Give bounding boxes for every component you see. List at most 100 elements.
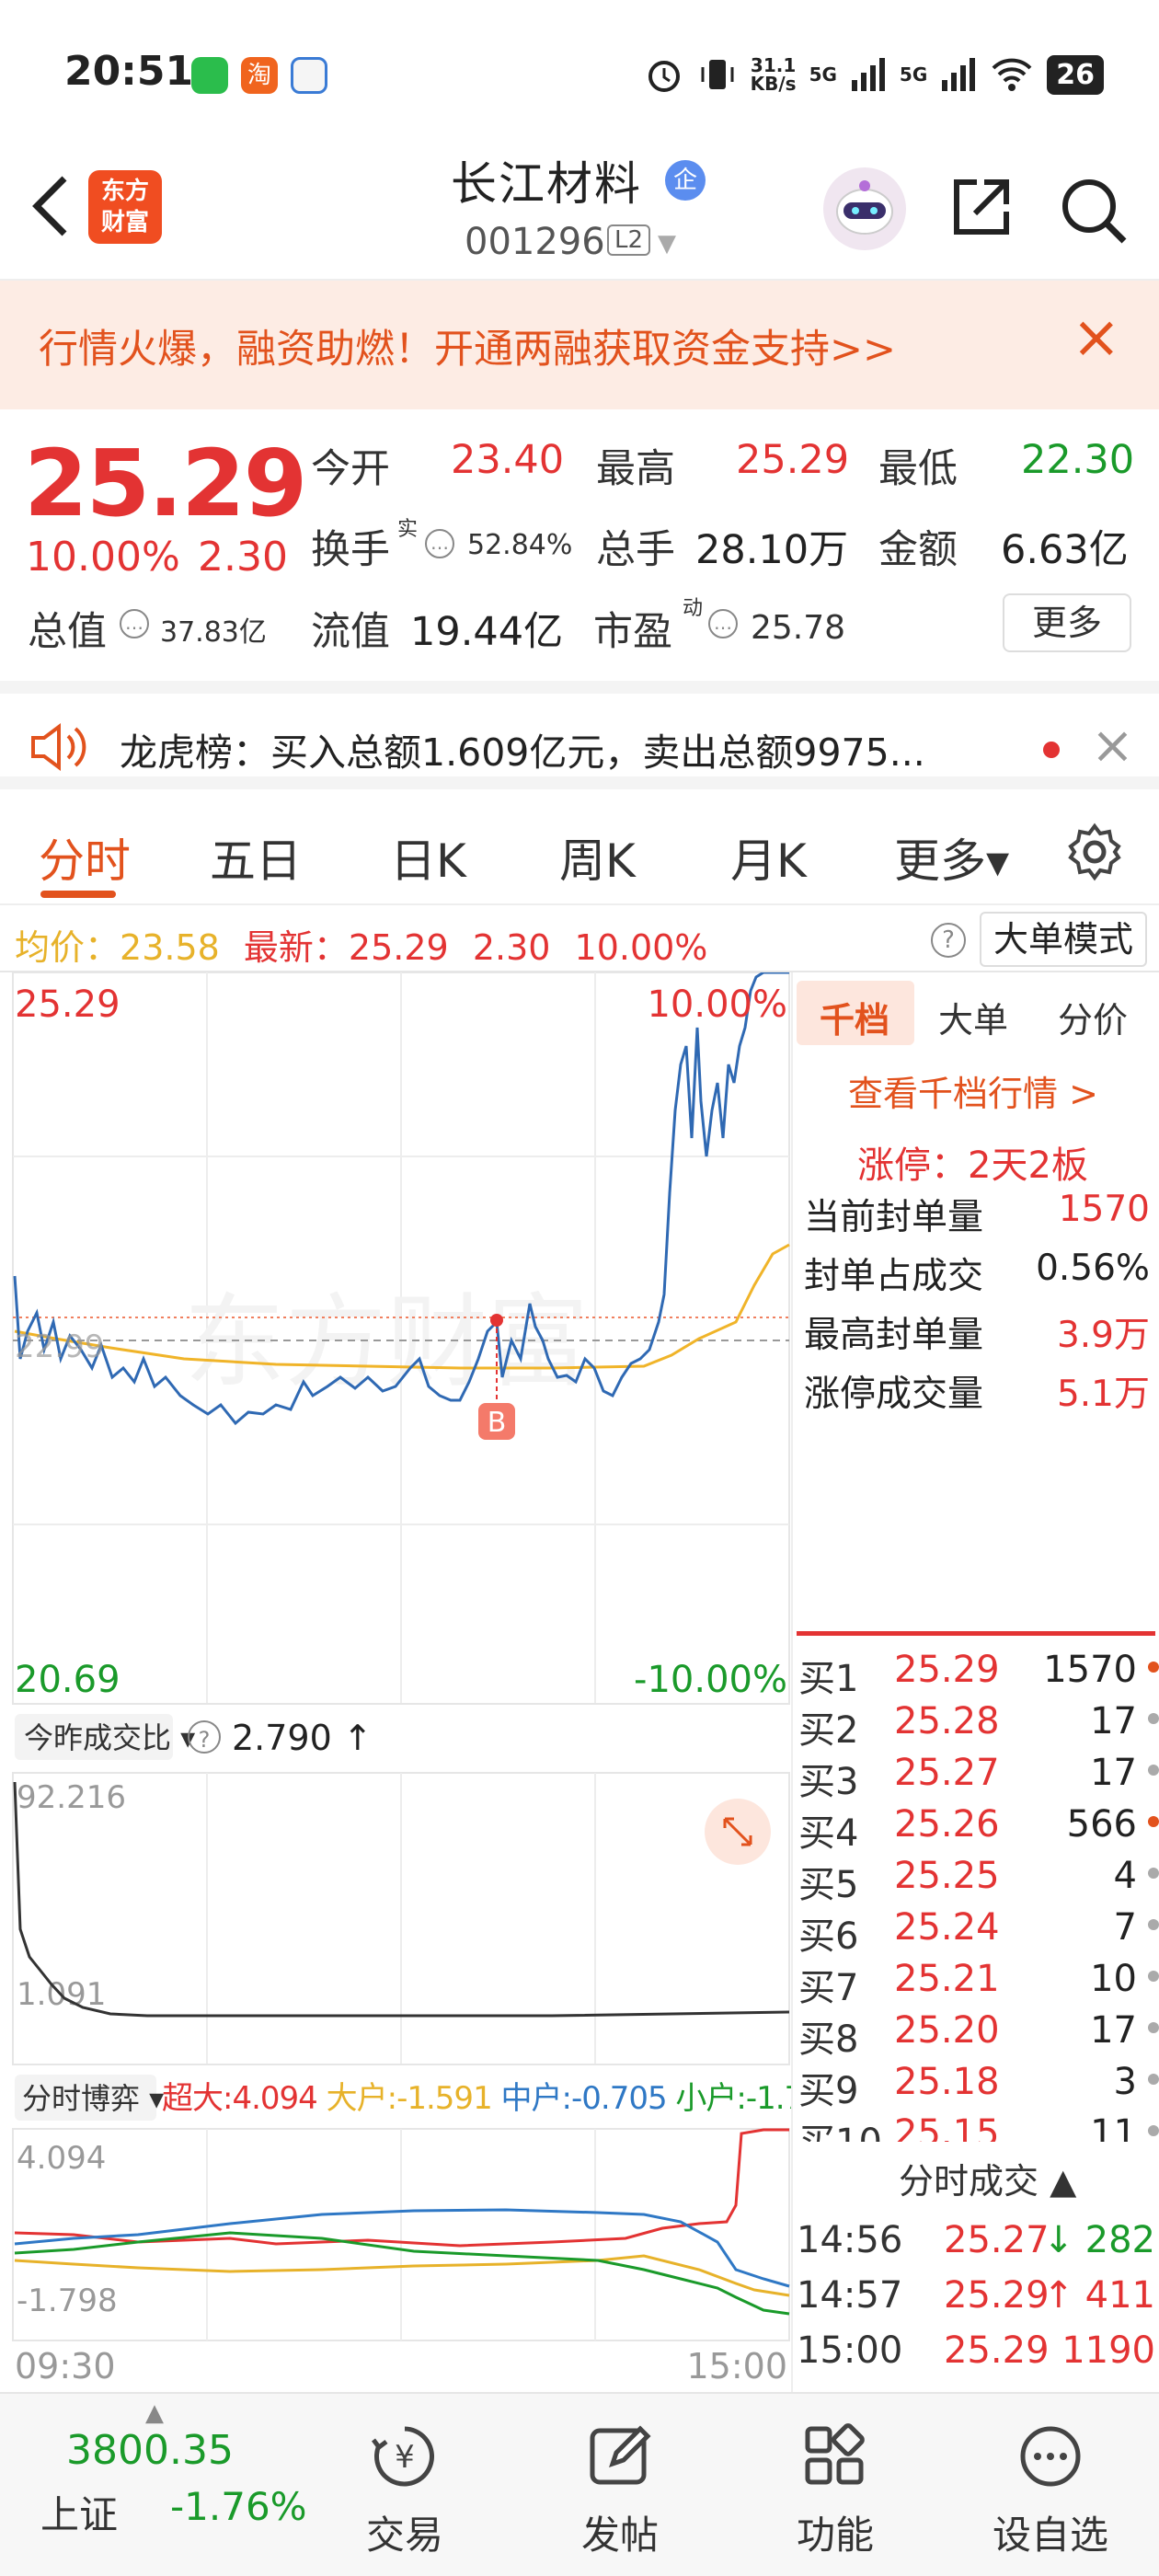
vibrate-icon [701,60,734,89]
bid-row[interactable]: 买1 25.29 1570 [798,1649,1159,1700]
nav-add-watchlist[interactable]: 设自选 [958,2394,1142,2576]
pe-sup: 动 [683,597,704,620]
bid-price: 25.20 [894,2009,1000,2052]
intraday-chart-area[interactable]: 东方财富 B 25.29 10.00% 22.99 20.69 -10.00% … [0,972,793,2392]
bid-price: 25.25 [894,1855,1000,1897]
dragon-tiger-text[interactable]: 龙虎榜：买入总额1.609亿元，卖出总额9975... [120,721,925,776]
side-tab-depth[interactable]: 千档 [820,992,889,1042]
side-tab-big-order[interactable]: 大单 [938,992,1008,1042]
float-value: 19.44亿 [410,609,564,655]
bid-level: 买2 [798,1709,859,1752]
more-button[interactable]: 更多 [1003,593,1131,652]
bid-level: 买3 [798,1761,859,1803]
tab-weekly-k[interactable]: 周K [559,824,636,891]
banner-text[interactable]: 行情火爆，融资助燃！开通两融获取资金支持>> [39,317,896,374]
info-icon[interactable]: … [120,609,149,638]
help-icon[interactable]: ? [931,923,966,958]
vol-ratio-value: 2.790 ↑ [232,1718,373,1758]
side-tab-price-dist[interactable]: 分价 [1058,992,1128,1042]
prev-close-label: 22.99 [15,1328,104,1365]
chevron-up-icon[interactable]: ▲ [145,2399,164,2427]
net-type-1: 5G [809,63,837,86]
close-icon[interactable]: × [1091,716,1134,776]
tick-row: 14:57 25.29 ↑ 411 [797,2274,1155,2326]
back-icon[interactable] [28,171,74,252]
bid-level: 买7 [798,1967,859,2009]
turnover-value: 52.84% [467,529,573,561]
bid-dot [1148,1971,1159,1982]
tick-time: 15:00 [797,2329,903,2372]
quote-panel: 25.29 10.00% 2.30 今开 23.40 最高 25.29 最低 2… [0,409,1159,676]
bid-price: 25.21 [894,1958,1000,2000]
ai-assistant-avatar[interactable] [823,167,906,250]
vol-ratio-select-label[interactable]: 今昨成交比 ▾ [24,1720,195,1755]
bid-row[interactable]: 买8 25.20 17 [798,2009,1159,2061]
bid-level: 买1 [798,1658,859,1700]
game-select-label[interactable]: 分时博弈 ▾ [22,2081,164,2116]
svg-text:¥: ¥ [395,2439,415,2476]
close-icon[interactable]: × [1072,308,1121,367]
search-icon[interactable] [1058,175,1128,245]
super-value: 4.094 [232,2080,316,2117]
svg-text:?: ? [199,1727,211,1753]
bid-row[interactable]: 买5 25.25 4 [798,1855,1159,1906]
bid-level: 买4 [798,1812,859,1855]
nav-post[interactable]: 发帖 [528,2394,712,2576]
seal-stats: 当前封单量 1570 封单占成交 0.56% 最高封单量 3.9万 涨停成交量 5.1万 [804,1189,1150,1424]
bid-dot [1148,1765,1159,1776]
bid-row[interactable]: 买7 25.21 10 [798,1958,1159,2009]
net-speed: 31.1 KB/s [750,54,797,95]
view-depth-link[interactable]: 查看千档行情 > [848,1065,1098,1116]
bid-price: 25.27 [894,1752,1000,1794]
tick-row: 14:56 25.27 ↓ 282 [797,2219,1155,2271]
nav-trade-label: 交易 [365,2513,443,2558]
tab-intraday[interactable]: 分时 [39,824,131,891]
bid-row[interactable]: 买6 25.24 7 [798,1906,1159,1958]
mcap-label: 总值 [28,609,107,655]
tab-five-day[interactable]: 五日 [210,824,302,891]
level2-badge[interactable]: L2 [607,224,651,256]
info-icon[interactable]: … [425,529,454,558]
bid-dot [1148,1662,1159,1673]
amount-value: 6.63亿 [1001,527,1129,573]
bottom-price-label: 20.69 [15,1659,120,1701]
tab-monthly-k[interactable]: 月K [730,824,807,891]
svg-text:超大:4.094 大户:-1.591 中户:-0.7: 超大:4.094 大户:-1.591 中户:-0.705 小户:-1.798 [162,2080,793,2117]
seal-row-value: 5.1万 [1056,1374,1150,1415]
bid-dot [1148,2125,1159,2136]
volume-value: 28.10万 [695,527,849,573]
bid-dot [1148,1868,1159,1879]
tick-price: 25.29 [944,2329,1050,2372]
battery-icon: 26 [1047,54,1104,95]
index-name: 上证 [40,2492,119,2537]
seal-row-label: 最高封单量 [804,1315,984,1356]
stock-name: 长江材料 [451,157,642,211]
top-price-label: 25.29 [15,983,120,1026]
share-icon[interactable] [947,175,1014,241]
bid-row[interactable]: 买2 25.28 17 [798,1700,1159,1752]
nav-trade[interactable]: ¥ 交易 [313,2394,497,2576]
info-icon[interactable]: … [708,609,738,638]
tab-daily-k[interactable]: 日K [390,824,466,891]
tab-more[interactable]: 更多▾ [894,824,1009,891]
dragon-tiger-notice[interactable]: 龙虎榜：买入总额1.609亿元，卖出总额9975... × [0,681,1159,789]
ticks-panel: 分时成交 ▲ 14:56 25.27 ↓ 282 14:57 25.29 ↑ 411 15:00… [793,2142,1159,2390]
bid-price: 25.24 [894,1906,1000,1949]
gear-icon[interactable] [1065,822,1124,885]
chevron-down-icon[interactable]: ▼ [658,230,676,258]
nav-function[interactable]: 功能 [743,2394,927,2576]
big-order-mode-button[interactable]: 大单模式 [980,912,1147,967]
tick-row: 15:00 25.29 1190 [797,2329,1155,2381]
bid-row[interactable]: 买9 25.18 3 [798,2061,1159,2112]
signal-icon-2 [942,58,976,91]
margin-banner[interactable]: 行情火爆，融资助燃！开通两融获取资金支持>> × [0,281,1159,409]
ticks-title[interactable]: 分时成交 ▲ [899,2153,1076,2203]
index-ticker[interactable]: ▲ 3800.35 上证 -1.76% [28,2394,322,2576]
grid-icon [805,2423,865,2485]
bid-row[interactable]: 买3 25.27 17 [798,1752,1159,1803]
bid-row[interactable]: 买4 25.26 566 [798,1803,1159,1855]
stock-header: 东方 财富 长江材料 企 001296 L2 ▼ [0,147,1159,281]
signal-icon [851,58,885,91]
game-top-label: 4.094 [17,2140,106,2177]
nav-add-watchlist-label: 设自选 [992,2513,1108,2558]
